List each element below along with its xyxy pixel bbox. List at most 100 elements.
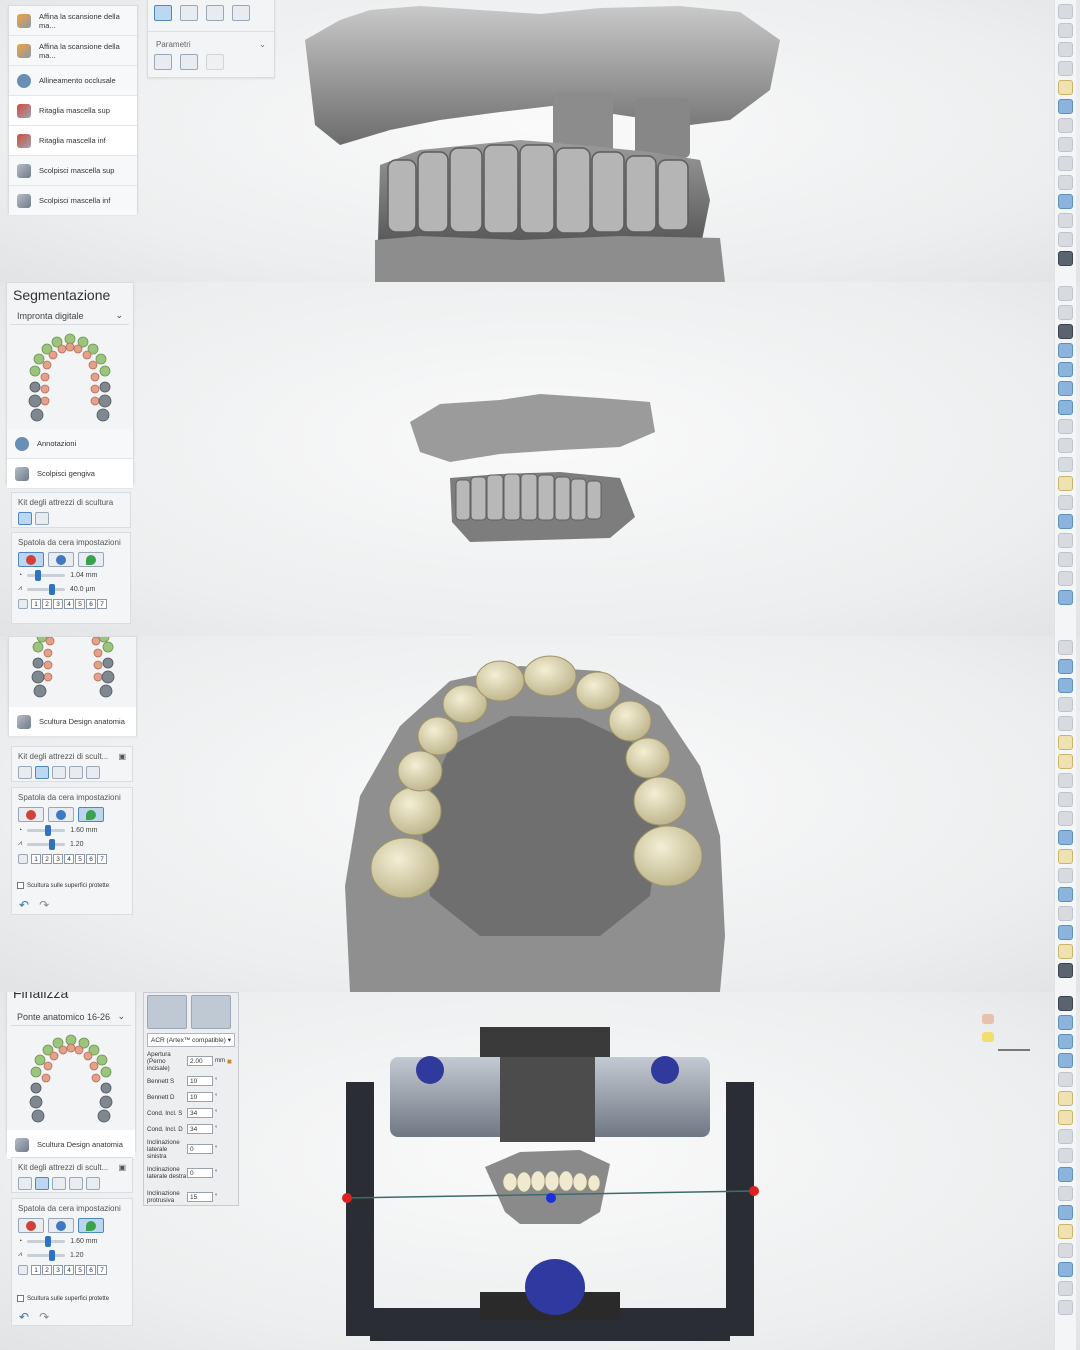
- param-input[interactable]: 34: [187, 1108, 213, 1118]
- preset-button[interactable]: 2: [42, 1265, 52, 1275]
- preset-button[interactable]: 4: [64, 854, 74, 864]
- toolbar-icon[interactable]: [1058, 400, 1073, 415]
- rotate-tool-icon[interactable]: [232, 5, 250, 21]
- workflow-item-trim-upper[interactable]: Ritaglia mascella sup: [9, 96, 137, 126]
- preset-button[interactable]: 3: [53, 599, 63, 609]
- preset-button[interactable]: 5: [75, 854, 85, 864]
- preset-button[interactable]: 3: [53, 854, 63, 864]
- toolbar-icon[interactable]: [1058, 640, 1073, 655]
- camera-icon[interactable]: [1058, 963, 1073, 978]
- preset-button[interactable]: 2: [42, 599, 52, 609]
- brush-tool-icon[interactable]: [69, 1177, 83, 1190]
- workflow-item-anatomy-design[interactable]: Scultura Design anatomia: [9, 707, 136, 737]
- checkbox[interactable]: [17, 882, 24, 889]
- toolbar-icon[interactable]: [1058, 925, 1073, 940]
- preset-button[interactable]: 1: [31, 1265, 41, 1275]
- toolbar-icon[interactable]: [1058, 906, 1073, 921]
- expand-icon[interactable]: ▣: [118, 752, 126, 761]
- viewport-segmentation[interactable]: Segmentazione Impronta digitale ⌄ Annotaz…: [0, 282, 1080, 636]
- tooth-chart[interactable]: [16, 1032, 126, 1124]
- arch-param-icon[interactable]: [154, 54, 172, 70]
- remove-mode-button[interactable]: [48, 807, 74, 822]
- preset-button[interactable]: 1: [31, 599, 41, 609]
- toolbar-icon[interactable]: [1058, 4, 1073, 19]
- toolbar-icon[interactable]: [1058, 137, 1073, 152]
- toolbar-icon[interactable]: [1058, 476, 1073, 491]
- knife-tool-icon[interactable]: [35, 512, 49, 525]
- toolbar-icon[interactable]: [1058, 1110, 1073, 1125]
- sculpt-tool-icon[interactable]: [18, 512, 32, 525]
- undo-icon[interactable]: ↶: [19, 1310, 29, 1324]
- toolbar-icon[interactable]: [1058, 1186, 1073, 1201]
- param-input[interactable]: 15: [187, 1192, 213, 1202]
- toolbar-icon[interactable]: [1058, 792, 1073, 807]
- toolbar-icon[interactable]: [1058, 1281, 1073, 1296]
- remove-mode-button[interactable]: [48, 552, 74, 567]
- param-input[interactable]: 0: [187, 1168, 213, 1178]
- smooth-mode-button[interactable]: [78, 807, 104, 822]
- slider-thumb[interactable]: [48, 1249, 55, 1261]
- smooth-tool-icon[interactable]: [206, 5, 224, 21]
- pen-tool-icon[interactable]: [18, 766, 32, 779]
- preset-button[interactable]: 7: [97, 1265, 107, 1275]
- toolbar-icon[interactable]: [1058, 1148, 1073, 1163]
- knife-tool-icon[interactable]: [86, 1177, 100, 1190]
- smooth-mode-button[interactable]: [78, 1218, 104, 1233]
- toolbar-icon[interactable]: [1058, 305, 1073, 320]
- param-input[interactable]: 0: [187, 1144, 213, 1154]
- strength-slider[interactable]: [26, 583, 65, 595]
- toolbar-icon[interactable]: [1058, 1072, 1073, 1087]
- preset-button[interactable]: 6: [86, 854, 96, 864]
- workflow-item-refine-1[interactable]: Affina la scansione della ma...: [9, 6, 137, 36]
- toolbar-icon[interactable]: [1058, 887, 1073, 902]
- toolbar-icon[interactable]: [1058, 61, 1073, 76]
- workflow-item-sculpt-gingiva[interactable]: Scolpisci gengiva: [7, 459, 133, 489]
- toolbar-icon[interactable]: [1058, 99, 1073, 114]
- undo-icon[interactable]: ↶: [19, 898, 29, 912]
- graduation-icon[interactable]: [1058, 996, 1073, 1011]
- slider-thumb[interactable]: [35, 570, 42, 581]
- toolbar-icon[interactable]: [1058, 773, 1073, 788]
- articulator-view-icon[interactable]: [191, 995, 231, 1029]
- toolbar-icon[interactable]: [1058, 659, 1073, 674]
- camera-icon[interactable]: [1058, 251, 1073, 266]
- sculpt-tool-icon[interactable]: [35, 1177, 49, 1190]
- toolbar-icon[interactable]: [1058, 811, 1073, 826]
- brush-tool-icon[interactable]: [69, 766, 83, 779]
- workflow-item-anatomy-design[interactable]: Scultura Design anatomia: [7, 1130, 135, 1160]
- toolbar-icon[interactable]: [1058, 1091, 1073, 1106]
- slider-thumb[interactable]: [48, 583, 55, 595]
- preset-button[interactable]: 4: [64, 1265, 74, 1275]
- toolbar-icon[interactable]: [1058, 514, 1073, 529]
- strength-slider[interactable]: [26, 838, 65, 850]
- param-input[interactable]: 10: [187, 1076, 213, 1086]
- params-dropdown[interactable]: Parametri ⌄: [148, 31, 274, 52]
- toolbar-icon[interactable]: [1058, 552, 1073, 567]
- add-mode-button[interactable]: [18, 807, 44, 822]
- knife-tool-icon[interactable]: [86, 766, 100, 779]
- slider-thumb[interactable]: [45, 825, 52, 836]
- workflow-item-occlusal-alignment[interactable]: Allineamento occlusale: [9, 66, 137, 96]
- toolbar-icon[interactable]: [1058, 457, 1073, 472]
- toolbar-icon[interactable]: [1058, 944, 1073, 959]
- expand-icon[interactable]: ▣: [118, 1163, 126, 1172]
- lock-icon[interactable]: ■: [227, 1057, 232, 1066]
- preset-button[interactable]: 6: [86, 1265, 96, 1275]
- workflow-item-refine-2[interactable]: Affina la scansione della ma...: [9, 36, 137, 66]
- tooth-chart[interactable]: [15, 331, 125, 423]
- toolbar-icon[interactable]: [1058, 533, 1073, 548]
- toolbar-icon[interactable]: [1058, 42, 1073, 57]
- restoration-select[interactable]: Ponte anatomico 16-26 ⌄: [11, 1008, 131, 1026]
- toolbar-icon[interactable]: [1058, 678, 1073, 693]
- viewport-occlusal-alignment[interactable]: Affina la scansione della ma... Affina l…: [0, 0, 1080, 282]
- transparency-slider[interactable]: [998, 1049, 1030, 1051]
- toolbar-icon[interactable]: [1058, 362, 1073, 377]
- slider-thumb[interactable]: [45, 1236, 52, 1247]
- toolbar-icon[interactable]: [1058, 118, 1073, 133]
- toolbar-icon[interactable]: [1058, 175, 1073, 190]
- mode-select[interactable]: Impronta digitale ⌄: [11, 307, 129, 325]
- smooth-mode-button[interactable]: [78, 552, 104, 567]
- toolbar-icon[interactable]: [1058, 438, 1073, 453]
- preset-button[interactable]: 2: [42, 854, 52, 864]
- curve-param-icon[interactable]: [180, 54, 198, 70]
